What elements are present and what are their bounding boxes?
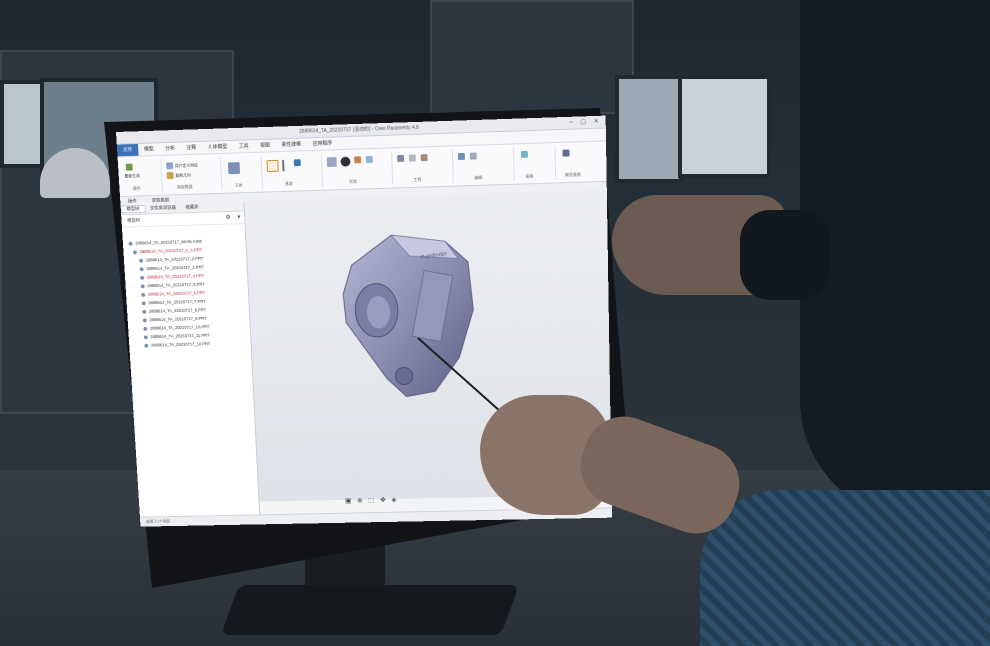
photo-scene: 2889614_TA_20210717 (活动的) - Creo Paramet… xyxy=(0,0,990,646)
person-arm-sleeve xyxy=(700,490,990,646)
